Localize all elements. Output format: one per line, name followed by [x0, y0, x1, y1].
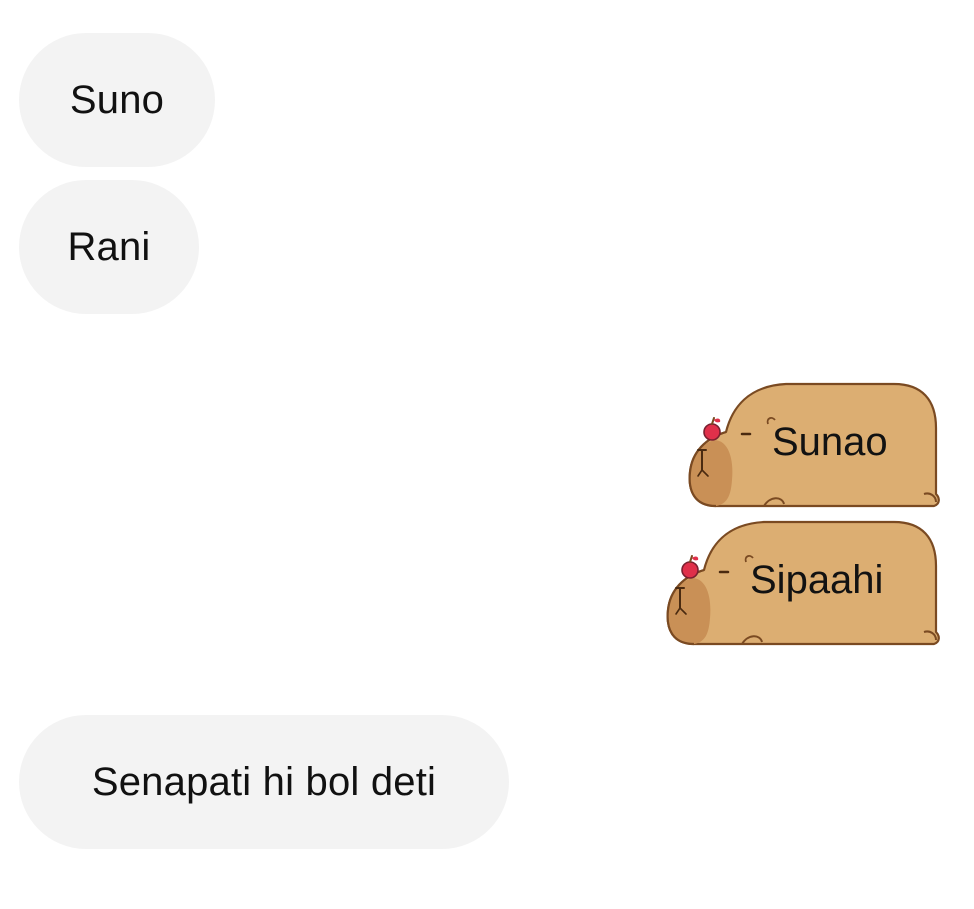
- message-text: Sunao: [772, 420, 888, 464]
- apple-icon: [681, 555, 699, 579]
- message-text: Suno: [69, 77, 165, 122]
- message-text: Sipaahi: [750, 558, 884, 602]
- message-bubble-incoming[interactable]: Rani: [19, 180, 199, 314]
- message-bubble-outgoing-capybara[interactable]: Sipaahi: [664, 518, 942, 654]
- message-bubble-incoming[interactable]: Senapati hi bol deti: [19, 715, 509, 849]
- message-text: Senapati hi bol deti: [91, 759, 437, 804]
- message-bubble-outgoing-capybara[interactable]: Sunao: [686, 380, 942, 516]
- apple-icon: [703, 417, 721, 441]
- message-bubble-incoming[interactable]: Suno: [19, 33, 215, 167]
- message-text: Rani: [67, 224, 151, 269]
